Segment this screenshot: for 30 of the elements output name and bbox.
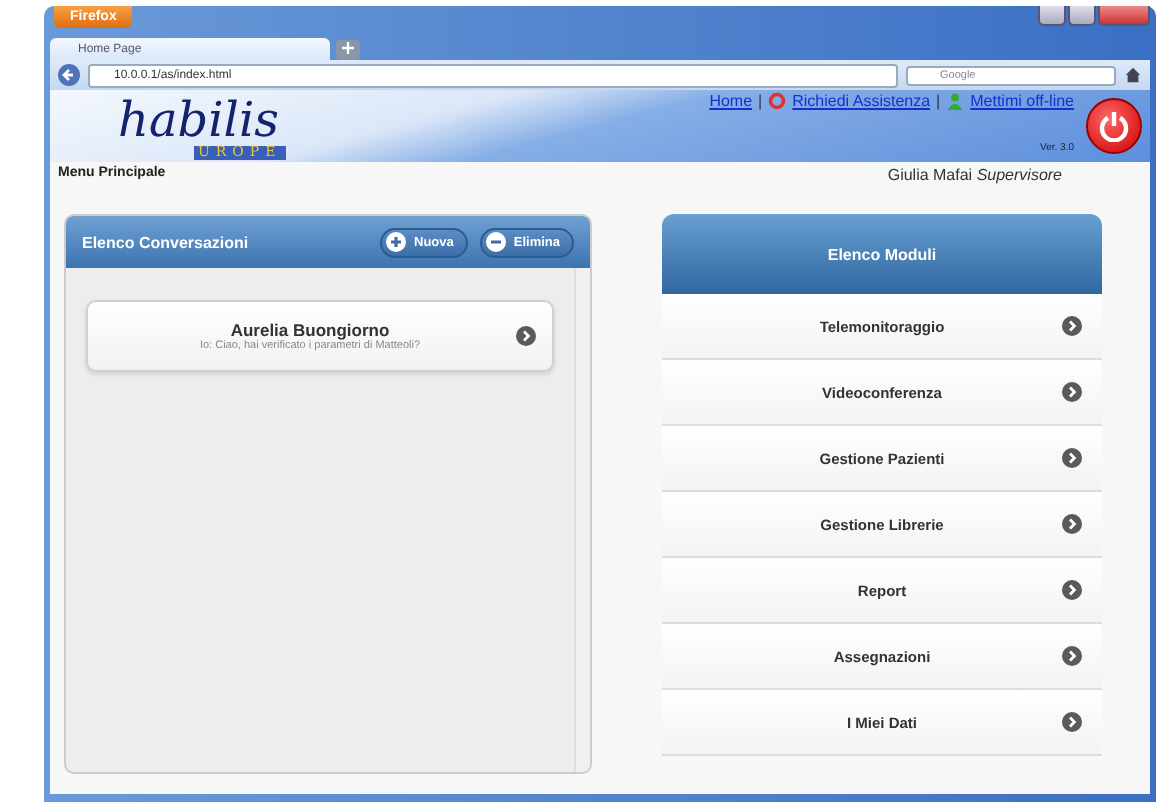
chevron-icon <box>1062 646 1082 666</box>
home-icon[interactable] <box>1124 66 1142 84</box>
chevron-icon <box>1062 712 1082 732</box>
logo-text: habilis <box>118 94 279 146</box>
contact-name: Aurelia Buongiorno <box>230 320 390 340</box>
panel-title: Elenco Conversazioni <box>82 233 249 251</box>
chevron-icon <box>516 326 536 346</box>
link-separator: | <box>758 92 763 110</box>
back-icon[interactable] <box>58 64 80 86</box>
maximize-button[interactable] <box>1068 6 1096 26</box>
modules-header: Elenco Moduli <box>662 214 1102 294</box>
header-link[interactable]: Home <box>709 92 753 110</box>
lifebuoy-icon <box>768 92 787 110</box>
chevron-icon <box>1062 514 1082 534</box>
new-tab-button[interactable] <box>336 40 360 60</box>
header-link[interactable]: Richiedi Assistenza <box>792 92 931 110</box>
plus-icon <box>386 232 406 252</box>
scrollbar[interactable] <box>574 268 590 772</box>
minus-icon <box>485 232 506 252</box>
chevron-icon <box>1062 316 1082 336</box>
close-button[interactable] <box>1098 6 1150 26</box>
chevron-icon <box>1062 580 1082 600</box>
chevron-icon <box>1062 448 1082 468</box>
power-button[interactable] <box>1086 98 1142 154</box>
power-icon <box>1098 110 1130 142</box>
chevron-icon <box>1062 382 1082 402</box>
link-separator: | <box>936 92 941 110</box>
person-icon <box>946 92 965 110</box>
minimize-button[interactable] <box>1038 6 1066 26</box>
user-info: Giulia Mafai Supervisore <box>887 166 1062 188</box>
